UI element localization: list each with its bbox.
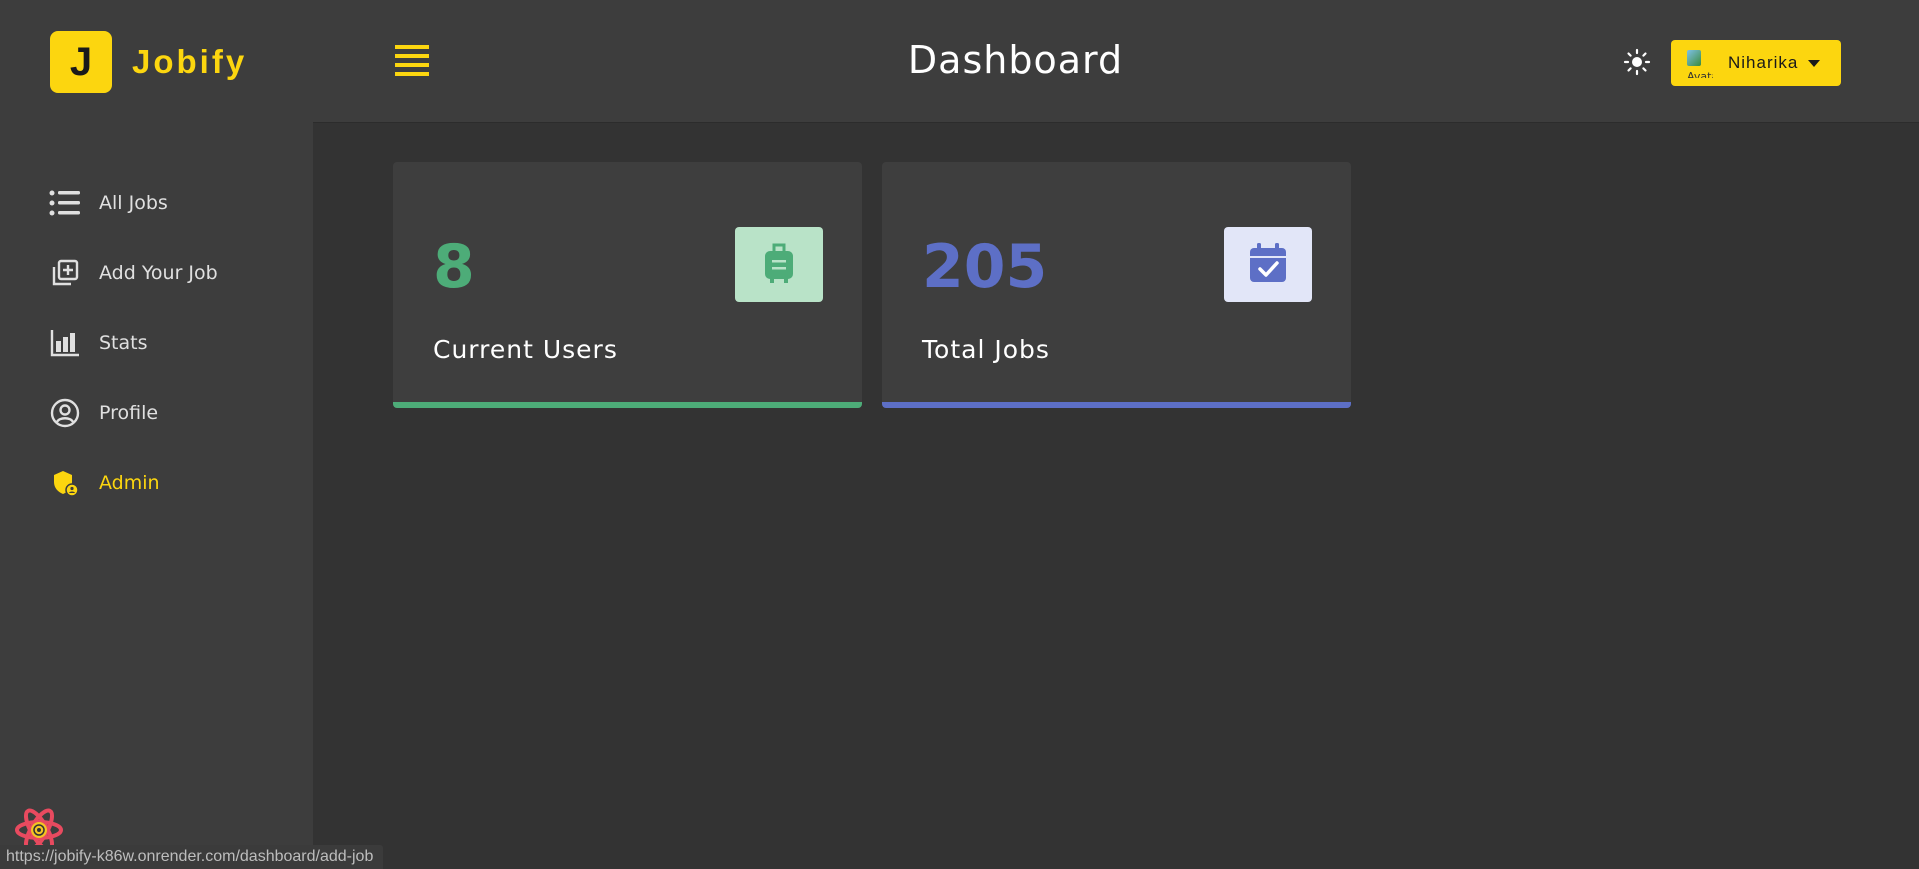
stat-icon-box bbox=[1224, 227, 1312, 302]
sidebar-item-admin[interactable]: Admin bbox=[0, 448, 313, 518]
logo[interactable]: J Jobify bbox=[50, 31, 247, 93]
sidebar-item-label: Profile bbox=[99, 402, 159, 424]
sidebar-item-profile[interactable]: Profile bbox=[0, 378, 313, 448]
user-name: Niharika bbox=[1728, 53, 1799, 72]
logo-badge: J bbox=[50, 31, 112, 93]
page-title: Dashboard bbox=[907, 38, 1124, 82]
sidebar-item-label: Stats bbox=[99, 332, 148, 354]
user-circle-icon bbox=[49, 397, 81, 429]
sidebar-item-label: Admin bbox=[99, 472, 160, 494]
stat-label: Total Jobs bbox=[922, 335, 1050, 364]
sidebar-item-add-job[interactable]: Add Your Job bbox=[0, 238, 313, 308]
avatar: Avatar bbox=[1685, 48, 1713, 78]
stat-label: Current Users bbox=[433, 335, 618, 364]
stat-card-accent-bar bbox=[882, 402, 1351, 408]
sidebar: J Jobify All Jobs Add Your Job Stats Pro… bbox=[0, 0, 313, 869]
add-box-icon bbox=[49, 257, 81, 289]
sidebar-item-stats[interactable]: Stats bbox=[0, 308, 313, 378]
calendar-check-icon bbox=[1248, 242, 1288, 288]
user-menu-button[interactable]: Avatar Niharika bbox=[1671, 40, 1841, 86]
top-navbar: Dashboard Avatar Niharika bbox=[313, 0, 1919, 123]
sidebar-nav: All Jobs Add Your Job Stats Profile Admi… bbox=[0, 168, 313, 518]
suitcase-icon bbox=[763, 241, 795, 289]
sidebar-item-label: All Jobs bbox=[99, 192, 168, 214]
sidebar-item-all-jobs[interactable]: All Jobs bbox=[0, 168, 313, 238]
status-bar-url: https://jobify-k86w.onrender.com/dashboa… bbox=[0, 845, 384, 869]
stat-count: 205 bbox=[922, 232, 1048, 302]
logo-text: Jobify bbox=[132, 43, 248, 80]
sidebar-item-label: Add Your Job bbox=[99, 262, 218, 284]
sun-icon[interactable] bbox=[1623, 48, 1651, 76]
stat-icon-box bbox=[735, 227, 823, 302]
stat-card-accent-bar bbox=[393, 402, 862, 408]
bar-chart-icon bbox=[49, 327, 81, 359]
stat-card-current-users: 8 Current Users bbox=[393, 162, 862, 408]
avatar-alt-text: Avatar bbox=[1687, 70, 1713, 78]
list-icon bbox=[49, 187, 81, 219]
shield-user-icon bbox=[49, 467, 81, 499]
caret-down-icon bbox=[1808, 59, 1821, 67]
stat-count: 8 bbox=[433, 232, 475, 302]
stat-card-total-jobs: 205 Total Jobs bbox=[882, 162, 1351, 408]
